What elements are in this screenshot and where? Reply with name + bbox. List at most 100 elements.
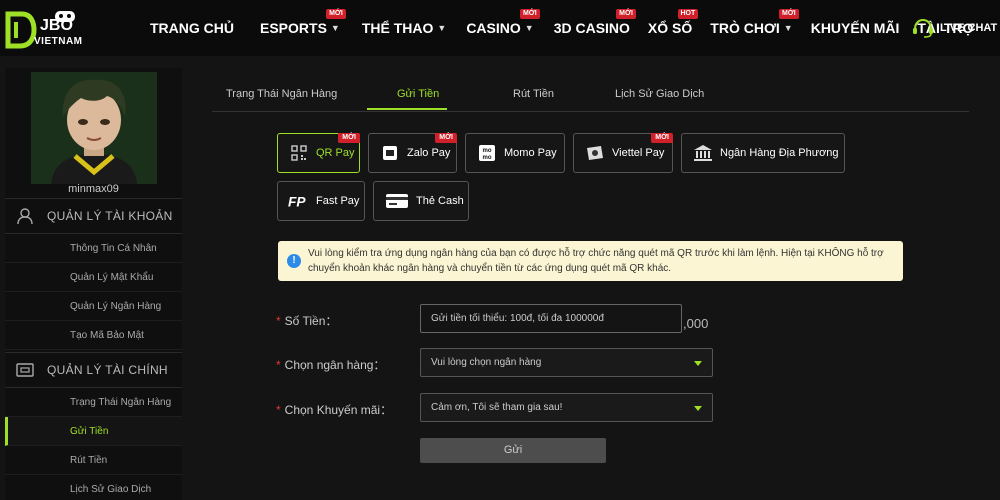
wallet-icon bbox=[15, 360, 35, 380]
amount-placeholder: Gửi tiền tối thiểu: 100đ, tối đa 100000đ bbox=[431, 313, 604, 324]
label-text: Số Tiền： bbox=[284, 314, 338, 328]
brand-name: JBO bbox=[40, 17, 73, 34]
sidebar-item-history[interactable]: Lịch Sử Giao Dịch bbox=[5, 475, 182, 500]
pay-method-viettel[interactable]: Viettel Pay MỚI bbox=[573, 133, 673, 173]
new-badge: MỚI bbox=[435, 133, 457, 143]
account-sidebar: minmax09 QUẢN LÝ TÀI KHOẢN Thông Tin Cá … bbox=[5, 68, 182, 500]
nav-promotions[interactable]: KHUYẾN MÃI bbox=[811, 0, 900, 56]
sidebar-item-deposit[interactable]: Gửi Tiền bbox=[5, 417, 182, 446]
pay-method-local-bank[interactable]: Ngân Hàng Địa Phương bbox=[681, 133, 845, 173]
bank-select-value: Vui lòng chọn ngân hàng bbox=[431, 357, 542, 368]
promo-select[interactable]: Cảm ơn, Tôi sẽ tham gia sau! bbox=[420, 393, 713, 422]
pay-method-qr[interactable]: QR Pay MỚI bbox=[277, 133, 360, 173]
momo-icon: mo mo bbox=[476, 142, 498, 164]
nav-esports[interactable]: ESPORTS ▼ MỚI bbox=[260, 0, 346, 56]
caret-down-icon: ▼ bbox=[524, 23, 534, 33]
nav-3d-casino[interactable]: 3D CASINO MỚI bbox=[553, 0, 636, 56]
nav-label: CASINO bbox=[466, 20, 521, 36]
pay-method-cash-card[interactable]: Thẻ Cash bbox=[373, 181, 469, 221]
nav-games[interactable]: TRÒ CHƠI ▼ MỚI bbox=[710, 0, 799, 56]
svg-text:mo: mo bbox=[483, 155, 492, 161]
sidebar-item-withdraw[interactable]: Rút Tiền bbox=[5, 446, 182, 475]
bank-select[interactable]: Vui lòng chọn ngân hàng bbox=[420, 348, 713, 377]
info-icon: ! bbox=[287, 254, 301, 268]
required-mark: * bbox=[276, 358, 281, 372]
user-icon bbox=[15, 206, 35, 226]
qr-icon bbox=[288, 142, 310, 164]
pay-method-zalo[interactable]: Zalo Pay MỚI bbox=[368, 133, 457, 173]
viettel-pay-icon bbox=[584, 142, 606, 164]
caret-down-icon: ▼ bbox=[437, 23, 447, 33]
nav-label: TRÒ CHƠI bbox=[710, 20, 780, 36]
active-tab-indicator bbox=[367, 108, 447, 110]
nav-casino[interactable]: CASINO ▼ MỚI bbox=[466, 0, 540, 56]
card-icon bbox=[384, 190, 410, 212]
notice-text: Vui lòng kiểm tra ứng dụng ngân hàng của… bbox=[308, 248, 884, 274]
pay-method-label: Fast Pay bbox=[316, 195, 360, 207]
hot-badge: HOT bbox=[677, 9, 699, 19]
sidebar-item-security-code[interactable]: Tạo Mã Bảo Mật bbox=[5, 321, 182, 350]
account-management-section[interactable]: QUẢN LÝ TÀI KHOẢN bbox=[5, 198, 182, 234]
avatar-illustration bbox=[31, 72, 157, 184]
pay-method-label: Momo Pay bbox=[504, 147, 557, 159]
nav-label: ESPORTS bbox=[260, 20, 327, 36]
new-badge: MỚI bbox=[651, 133, 673, 143]
main-nav: TRANG CHỦ ESPORTS ▼ MỚI THỂ THAO ▼ CASINO ▼… bbox=[150, 0, 974, 56]
svg-text:mo: mo bbox=[483, 148, 492, 154]
sidebar-item-password[interactable]: Quản Lý Mật Khẩu bbox=[5, 263, 182, 292]
jbo-logo[interactable]: JBO VIETNAM bbox=[4, 8, 104, 52]
tab-bank-status[interactable]: Trạng Thái Ngân Hàng bbox=[226, 88, 337, 100]
label-text: Chọn Khuyến mãi： bbox=[284, 403, 393, 417]
sidebar-item-bank-status[interactable]: Trạng Thái Ngân Hàng bbox=[5, 388, 182, 417]
tab-deposit[interactable]: Gửi Tiền bbox=[397, 88, 439, 100]
brand-sub: VIETNAM bbox=[34, 36, 83, 47]
nav-label: TRANG CHỦ bbox=[150, 20, 234, 36]
pay-method-label: Viettel Pay bbox=[612, 147, 665, 159]
pay-method-fast-pay[interactable]: FP Fast Pay bbox=[277, 181, 365, 221]
pay-method-label: Thẻ Cash bbox=[416, 195, 464, 207]
nav-label: XỔ SỐ bbox=[647, 20, 693, 36]
nav-label: 3D CASINO bbox=[553, 20, 630, 36]
amount-suffix: ,000 bbox=[683, 316, 709, 331]
tab-bar: Trạng Thái Ngân Hàng Gửi Tiền Rút Tiền L… bbox=[212, 68, 969, 112]
nav-sports[interactable]: THỂ THAO ▼ bbox=[362, 0, 446, 56]
live-chat-label: LIVE CHAT bbox=[940, 22, 998, 34]
pay-method-label: QR Pay bbox=[316, 147, 355, 159]
new-badge: MỚI bbox=[778, 9, 799, 19]
tab-withdraw[interactable]: Rút Tiền bbox=[513, 88, 554, 100]
bank-icon bbox=[692, 142, 714, 164]
nav-label: KHUYẾN MÃI bbox=[810, 20, 900, 36]
pay-method-momo[interactable]: mo mo Momo Pay bbox=[465, 133, 565, 173]
promo-label: * Chọn Khuyến mãi： bbox=[276, 401, 392, 418]
dropdown-arrow-icon bbox=[694, 406, 702, 411]
zalo-pay-icon bbox=[379, 142, 401, 164]
amount-input[interactable]: Gửi tiền tối thiểu: 100đ, tối đa 100000đ bbox=[420, 304, 682, 333]
required-mark: * bbox=[276, 403, 281, 417]
new-badge: MỚI bbox=[338, 133, 360, 143]
label-text: Chọn ngân hàng： bbox=[284, 358, 386, 372]
submit-button[interactable]: Gửi bbox=[420, 438, 606, 463]
section-label: QUẢN LÝ TÀI CHÍNH bbox=[47, 363, 168, 377]
caret-down-icon: ▼ bbox=[330, 23, 340, 33]
tab-history[interactable]: Lịch Sử Giao Dịch bbox=[615, 88, 704, 100]
finance-management-section[interactable]: QUẢN LÝ TÀI CHÍNH bbox=[5, 352, 182, 388]
new-badge: MỚI bbox=[616, 9, 636, 19]
amount-label: * Số Tiền： bbox=[276, 312, 337, 329]
username: minmax09 bbox=[68, 183, 119, 195]
live-chat-button[interactable]: LIVE CHAT bbox=[912, 0, 997, 56]
required-mark: * bbox=[276, 314, 281, 328]
deposit-panel: Trạng Thái Ngân Hàng Gửi Tiền Rút Tiền L… bbox=[212, 68, 972, 500]
section-label: QUẢN LÝ TÀI KHOẢN bbox=[47, 209, 173, 223]
top-header: JBO VIETNAM TRANG CHỦ ESPORTS ▼ MỚI THỂ T… bbox=[0, 0, 1000, 56]
new-badge: MỚI bbox=[326, 9, 346, 19]
bank-label: * Chọn ngân hàng： bbox=[276, 356, 385, 373]
pay-method-label: Zalo Pay bbox=[407, 147, 451, 159]
caret-down-icon: ▼ bbox=[783, 23, 793, 33]
dropdown-arrow-icon bbox=[694, 361, 702, 366]
avatar bbox=[31, 72, 157, 184]
sidebar-item-personal-info[interactable]: Thông Tin Cá Nhân bbox=[5, 234, 182, 263]
nav-lottery[interactable]: XỔ SỐ HOT bbox=[647, 0, 699, 56]
sidebar-item-bank[interactable]: Quản Lý Ngân Hàng bbox=[5, 292, 182, 321]
nav-home[interactable]: TRANG CHỦ bbox=[150, 0, 234, 56]
headset-icon bbox=[913, 18, 933, 38]
